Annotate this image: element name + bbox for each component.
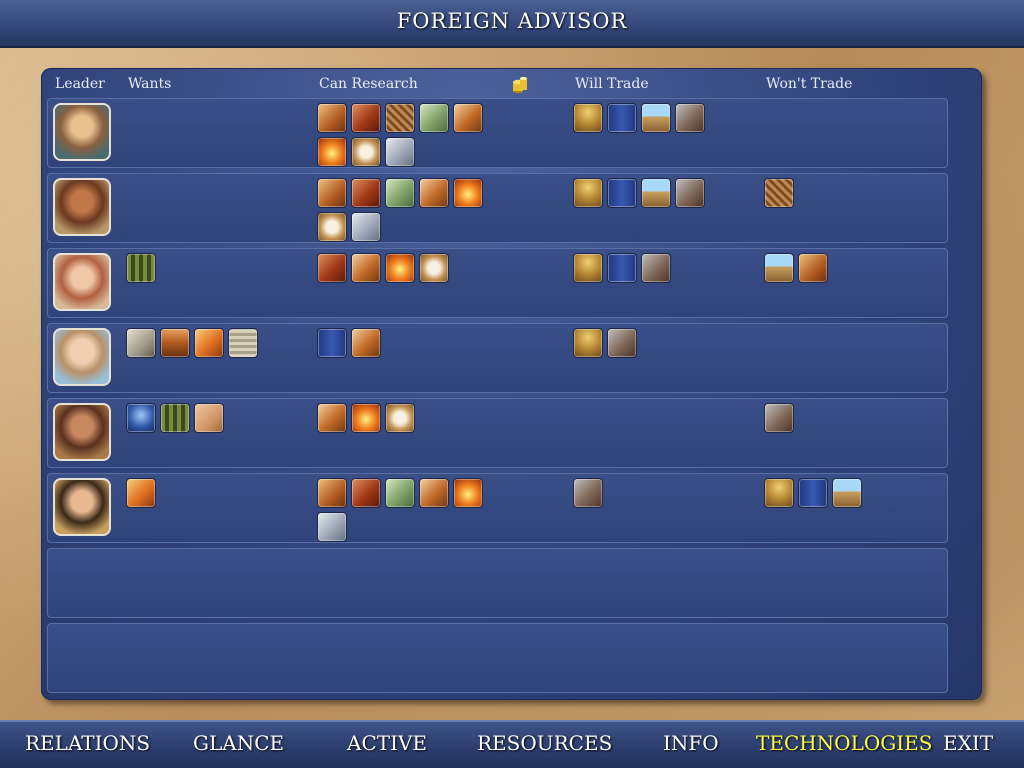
leader-row	[47, 98, 948, 168]
wheel-icon[interactable]	[317, 512, 347, 542]
stone-icon[interactable]	[641, 253, 671, 283]
advisor-panel: Leader Wants Can Research Will Trade Won…	[41, 68, 982, 700]
wheel-icon[interactable]	[351, 212, 381, 242]
leader-1-portrait[interactable]	[53, 103, 111, 161]
currency-icon[interactable]	[385, 178, 415, 208]
ceremonial-icon[interactable]	[573, 103, 603, 133]
tab-glance[interactable]: GLANCE	[193, 731, 284, 755]
leader-3-portrait[interactable]	[53, 253, 111, 311]
currency-icon[interactable]	[385, 478, 415, 508]
wheel-icon[interactable]	[385, 137, 415, 167]
leader-5-portrait[interactable]	[53, 403, 111, 461]
horseback-icon[interactable]	[419, 478, 449, 508]
horse-icon[interactable]	[317, 178, 347, 208]
compass-icon[interactable]	[317, 212, 347, 242]
bronze-icon[interactable]	[385, 103, 415, 133]
alphabet-icon[interactable]	[194, 403, 224, 433]
ceremonial-icon[interactable]	[573, 328, 603, 358]
leader-row	[47, 248, 948, 318]
ceremonial-icon[interactable]	[573, 178, 603, 208]
pottery-icon[interactable]	[160, 328, 190, 358]
horse-icon[interactable]	[798, 253, 828, 283]
stone-icon[interactable]	[764, 403, 794, 433]
mathematics-icon[interactable]	[160, 403, 190, 433]
stone-icon[interactable]	[675, 103, 705, 133]
mathematics-icon[interactable]	[126, 253, 156, 283]
leader-row	[47, 398, 948, 468]
gold-coins-icon	[513, 76, 527, 94]
writing-icon[interactable]	[317, 328, 347, 358]
ceremonial-icon[interactable]	[764, 478, 794, 508]
monarchy-icon[interactable]	[126, 403, 156, 433]
horse-icon[interactable]	[317, 478, 347, 508]
stone-icon[interactable]	[607, 328, 637, 358]
writing-icon[interactable]	[798, 478, 828, 508]
screen-title: FOREIGN ADVISOR	[396, 9, 628, 33]
column-header-wont-trade: Won't Trade	[766, 76, 853, 92]
leader-4-portrait[interactable]	[53, 328, 111, 386]
leader-6-portrait[interactable]	[53, 478, 111, 536]
leader-2-portrait[interactable]	[53, 178, 111, 236]
horseback-icon[interactable]	[351, 328, 381, 358]
horseback-icon[interactable]	[453, 103, 483, 133]
tab-technologies[interactable]: TECHNOLOGIES	[756, 731, 932, 755]
stone-icon[interactable]	[573, 478, 603, 508]
column-header-leader: Leader	[55, 76, 105, 92]
writing-icon[interactable]	[607, 103, 637, 133]
ceremonial-icon[interactable]	[573, 253, 603, 283]
bottom-tab-bar: RELATIONS GLANCE ACTIVE RESOURCES INFO TECHNO…	[0, 720, 1024, 768]
masonry-icon[interactable]	[641, 178, 671, 208]
leader-row	[47, 323, 948, 393]
column-header-can-research: Can Research	[319, 76, 418, 92]
tab-relations[interactable]: RELATIONS	[25, 731, 150, 755]
warrior-code-icon[interactable]	[351, 103, 381, 133]
compass-icon[interactable]	[385, 403, 415, 433]
compass-icon[interactable]	[351, 137, 381, 167]
horse-icon[interactable]	[317, 103, 347, 133]
iron-icon[interactable]	[453, 478, 483, 508]
tab-info[interactable]: INFO	[663, 731, 719, 755]
writing-icon[interactable]	[607, 178, 637, 208]
tab-active[interactable]: ACTIVE	[347, 731, 427, 755]
currency-icon[interactable]	[419, 103, 449, 133]
sailing-icon[interactable]	[194, 328, 224, 358]
iron-icon[interactable]	[453, 178, 483, 208]
horseback-icon[interactable]	[351, 253, 381, 283]
writing-icon[interactable]	[607, 253, 637, 283]
leader-row	[47, 623, 948, 693]
title-bar: FOREIGN ADVISOR	[0, 0, 1024, 48]
iron-icon[interactable]	[351, 403, 381, 433]
tab-resources[interactable]: RESOURCES	[477, 731, 612, 755]
bronze-icon[interactable]	[764, 178, 794, 208]
philosophy-icon[interactable]	[126, 328, 156, 358]
masonry-icon[interactable]	[832, 478, 862, 508]
column-header-will-trade: Will Trade	[575, 76, 649, 92]
iron-icon[interactable]	[317, 137, 347, 167]
compass-icon[interactable]	[419, 253, 449, 283]
masonry-icon[interactable]	[764, 253, 794, 283]
sailing-icon[interactable]	[126, 478, 156, 508]
masonry-icon[interactable]	[641, 103, 671, 133]
warrior-code-icon[interactable]	[351, 478, 381, 508]
tab-exit[interactable]: EXIT	[943, 731, 993, 755]
warrior-code-icon[interactable]	[351, 178, 381, 208]
literature-icon[interactable]	[228, 328, 258, 358]
stone-icon[interactable]	[675, 178, 705, 208]
leader-row	[47, 473, 948, 543]
leader-row	[47, 548, 948, 618]
horseback-icon[interactable]	[419, 178, 449, 208]
horseback-icon[interactable]	[317, 403, 347, 433]
column-header-wants: Wants	[128, 76, 172, 92]
warrior-code-icon[interactable]	[317, 253, 347, 283]
leader-row	[47, 173, 948, 243]
iron-icon[interactable]	[385, 253, 415, 283]
